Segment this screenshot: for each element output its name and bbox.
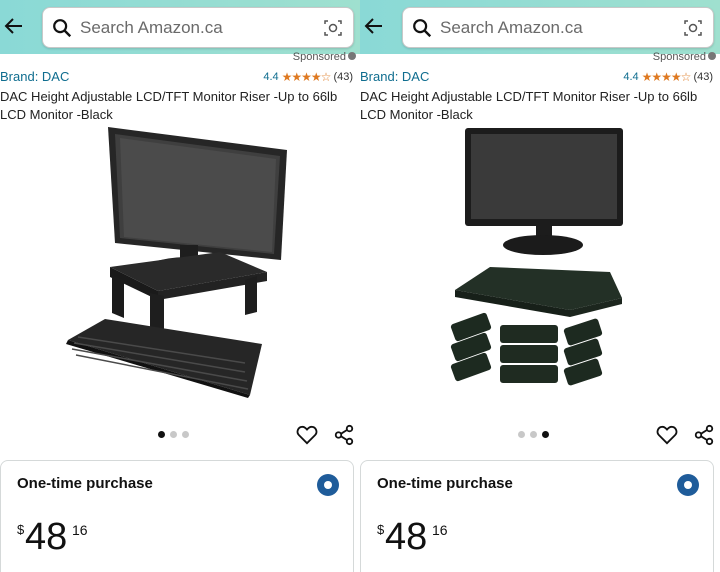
search-bar[interactable]: Search Amazon.ca [402,7,714,48]
sponsored-label[interactable]: Sponsored [293,52,356,62]
purchase-option-card[interactable]: One-time purchase $ 48 16 [0,460,354,572]
purchase-option-label: One-time purchase [17,475,153,492]
camera-search-icon[interactable] [683,18,703,38]
camera-search-icon[interactable] [323,18,343,38]
product-image[interactable] [400,120,680,410]
top-bar: Search Amazon.ca [0,0,360,54]
price-currency: $ [377,522,385,537]
heart-icon[interactable] [296,425,318,445]
price-fraction: 16 [72,522,88,538]
star-rating-icon: ★★★★☆ [641,70,692,84]
product-title: DAC Height Adjustable LCD/TFT Monitor Ri… [0,89,338,122]
search-placeholder: Search Amazon.ca [80,18,223,37]
info-icon[interactable] [708,52,716,60]
carousel-dot[interactable] [158,431,165,438]
carousel-dot[interactable] [518,431,525,438]
rating-count: (43) [693,71,713,83]
heart-icon[interactable] [656,425,678,445]
carousel-indicator[interactable] [518,431,549,438]
brand-link[interactable]: Brand: DAC [360,69,429,84]
radio-selected-icon[interactable] [317,474,339,496]
rating-summary[interactable]: 4.4 ★★★★☆ (43) [623,70,713,84]
rating-value: 4.4 [623,71,639,83]
price-whole: 48 [385,516,428,558]
screenshot-composite: Search Amazon.ca Sponsored Brand: DAC 4.… [0,0,720,572]
back-arrow-icon[interactable] [362,14,386,38]
brand-link[interactable]: Brand: DAC [0,69,69,84]
purchase-option-card[interactable]: One-time purchase $ 48 16 [360,460,714,572]
star-rating-icon: ★★★★☆ [281,70,332,84]
rating-summary[interactable]: 4.4 ★★★★☆ (43) [263,70,353,84]
carousel-dot[interactable] [170,431,177,438]
price-currency: $ [17,522,25,537]
carousel-dot[interactable] [542,431,549,438]
search-icon [53,19,72,38]
search-icon [413,19,432,38]
search-bar[interactable]: Search Amazon.ca [42,7,354,48]
carousel-indicator[interactable] [158,431,189,438]
product-title: DAC Height Adjustable LCD/TFT Monitor Ri… [360,89,698,122]
price-whole: 48 [25,516,68,558]
radio-selected-icon[interactable] [677,474,699,496]
share-icon[interactable] [333,424,355,446]
carousel-dot[interactable] [182,431,189,438]
back-arrow-icon[interactable] [2,14,26,38]
sponsored-label[interactable]: Sponsored [653,52,716,62]
product-panel-right: Search Amazon.ca Sponsored Brand: DAC 4.… [360,0,720,572]
rating-value: 4.4 [263,71,279,83]
carousel-dot[interactable] [530,431,537,438]
rating-count: (43) [333,71,353,83]
search-placeholder: Search Amazon.ca [440,18,583,37]
product-panel-left: Search Amazon.ca Sponsored Brand: DAC 4.… [0,0,360,572]
share-icon[interactable] [693,424,715,446]
product-image[interactable] [40,120,320,410]
info-icon[interactable] [348,52,356,60]
purchase-option-label: One-time purchase [377,475,513,492]
price-fraction: 16 [432,522,448,538]
top-bar: Search Amazon.ca [360,0,720,54]
